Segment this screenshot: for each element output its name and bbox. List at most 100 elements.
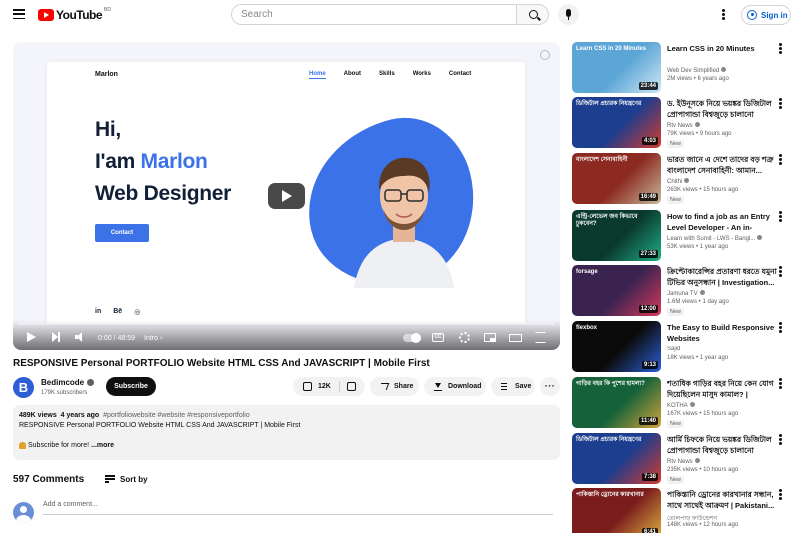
recommendation-item[interactable]: পাকিস্তানি ড্রোনের কারখানার 6:41 পাকিস্তান… — [572, 488, 790, 533]
like-count[interactable]: 12K — [318, 383, 331, 390]
recommendation-item[interactable]: forsage 12:00 ক্রিপ্টোকারেন্সির প্রতারণা ধ… — [572, 265, 790, 317]
sort-by-button[interactable]: Sort by — [120, 475, 148, 484]
recommendation-title[interactable]: পাকিস্তানি ড্রোনের কারখানার সন্ধান, সাথে… — [667, 489, 777, 511]
more-vertical-icon[interactable] — [779, 378, 782, 389]
channel-name: Web Dev Simplified — [667, 68, 720, 74]
chapter-button[interactable]: Intro › — [144, 335, 162, 342]
recommendation-thumbnail[interactable]: গাড়ির বহর কি পুশের হামলা? 11:40 — [572, 377, 661, 428]
recommendation-channel[interactable]: Rtv News — [667, 458, 777, 465]
search-input[interactable]: Search — [231, 4, 517, 25]
recommendation-title[interactable]: Learn CSS in 20 Minutes — [667, 43, 777, 65]
volume-icon[interactable] — [75, 332, 85, 342]
fullscreen-icon[interactable] — [535, 332, 546, 343]
more-vertical-icon[interactable] — [779, 434, 782, 445]
show-more-link[interactable]: ...more — [91, 442, 114, 449]
recommendation-thumbnail[interactable]: ডিজিটাল প্রচারক নিয়ন্ত্রণের 4:03 — [572, 97, 661, 148]
more-vertical-icon[interactable] — [779, 43, 782, 54]
verified-icon — [694, 122, 700, 127]
site-nav-item: Home — [309, 71, 326, 79]
hamburger-menu-icon[interactable] — [13, 9, 25, 19]
recommendation-title[interactable]: আর্মি চিফকে নিয়ে ভয়ঙ্কর ডিজিটাল প্রোপা… — [667, 434, 777, 456]
description-box[interactable]: 489K views 4 years ago #portfoliowebsite… — [13, 405, 560, 460]
recommendation-thumbnail[interactable]: forsage 12:00 — [572, 265, 661, 316]
settings-gear-icon[interactable] — [459, 332, 470, 343]
recommendation-channel[interactable]: Sajid — [667, 346, 777, 352]
autoplay-toggle[interactable] — [403, 333, 421, 343]
recommendation-thumbnail[interactable]: flexbox 9:13 — [572, 321, 661, 372]
user-avatar — [13, 502, 34, 523]
recommendation-stats: 148K views • 12 hours ago — [667, 522, 739, 528]
recommendation-thumbnail[interactable]: এন্ট্রি-লেভেল জব কিভাবে ঢুকবেন? 27:33 — [572, 210, 661, 261]
recommendation-title[interactable]: ভারত জানে এ দেশে তাদের বড় শত্রু বাংলাদে… — [667, 154, 777, 176]
video-player[interactable]: Marlon Home About Skills Works Contact H… — [13, 42, 560, 350]
youtube-logo[interactable]: YouTube BD — [38, 7, 111, 22]
more-vertical-icon[interactable] — [779, 322, 782, 333]
more-vertical-icon[interactable] — [779, 489, 782, 500]
thumbnail-caption: গাড়ির বহর কি পুশের হামলা? — [576, 381, 645, 387]
video-title: RESPONSIVE Personal PORTFOLIO Website HT… — [13, 358, 430, 369]
time-display: 0:00 / 48:59 — [98, 335, 135, 342]
sort-icon[interactable] — [105, 475, 115, 483]
progress-bar[interactable] — [19, 322, 554, 325]
recommendation-title[interactable]: The Easy to Build Responsive Websites — [667, 322, 777, 344]
recommendation-title[interactable]: ড. ইউনূসকে নিয়ে ভয়ঙ্কর ডিজিটাল প্রোপাগ… — [667, 98, 777, 120]
dislike-icon[interactable] — [347, 382, 356, 391]
voice-search-button[interactable] — [558, 4, 579, 25]
recommendation-thumbnail[interactable]: বাংলাদেশ সেনাবাহিনী 16:49 — [572, 153, 661, 204]
comments-count: 597 Comments — [13, 474, 85, 485]
like-icon[interactable] — [303, 382, 312, 391]
recommendation-stats: 79K views • 9 hours ago — [667, 131, 732, 137]
recommendation-channel[interactable]: KOTHA — [667, 402, 777, 409]
recommendation-title[interactable]: How to find a job as an Entry Level Deve… — [667, 211, 777, 233]
recommendation-title[interactable]: ক্রিপ্টোকারেন্সির প্রতারণা ধরতে যমুনা টি… — [667, 266, 777, 288]
big-play-button[interactable] — [268, 183, 305, 209]
recommendation-title[interactable]: শতাধিক গাড়ির বহর নিয়ে কেন যোগ দিয়েছিল… — [667, 378, 777, 400]
add-comment-input[interactable]: Add a comment... — [43, 501, 553, 515]
settings-menu-icon[interactable] — [722, 9, 725, 20]
recommendation-channel[interactable]: Learn with Sumit - LWS - Bangl... — [667, 235, 777, 242]
recommendation-item[interactable]: flexbox 9:13 The Easy to Build Responsive … — [572, 321, 790, 373]
play-icon[interactable] — [27, 332, 36, 342]
recommendation-item[interactable]: গাড়ির বহর কি পুশের হামলা? 11:40 শতাধিক গা… — [572, 377, 790, 429]
recommendation-item[interactable]: এন্ট্রি-লেভেল জব কিভাবে ঢুকবেন? 27:33 How … — [572, 210, 790, 262]
miniplayer-icon[interactable] — [484, 333, 496, 342]
more-actions-button[interactable]: ··· — [540, 377, 560, 396]
subscribe-text: Subscribe for more! — [28, 442, 90, 449]
share-button[interactable]: Share — [370, 377, 419, 396]
more-vertical-icon[interactable] — [779, 154, 782, 165]
recommendation-thumbnail[interactable]: Learn CSS in 20 Minutes 23:44 — [572, 42, 661, 93]
save-button[interactable]: Save — [491, 377, 535, 396]
recommendation-item[interactable]: Learn CSS in 20 Minutes 23:44 Learn CSS in… — [572, 42, 790, 94]
channel-avatar[interactable]: B — [13, 377, 34, 398]
linkedin-icon: in — [95, 308, 102, 315]
more-vertical-icon[interactable] — [779, 211, 782, 222]
person-portrait-image — [354, 157, 454, 288]
recommendation-thumbnail[interactable]: পাকিস্তানি ড্রোনের কারখানার 6:41 — [572, 488, 661, 533]
channel-name: KOTHA — [667, 403, 688, 409]
subscribe-button[interactable]: Subscribe — [106, 377, 156, 396]
view-count: 489K views — [19, 412, 57, 419]
hashtags[interactable]: #portfoliowebsite #website #responsivepo… — [103, 412, 250, 419]
sign-in-button[interactable]: Sign in — [741, 5, 791, 25]
recommendation-item[interactable]: ডিজিটাল প্রচারক নিয়ন্ত্রণের 7:38 আর্মি চি… — [572, 433, 790, 485]
search-button[interactable] — [516, 4, 549, 25]
theater-mode-icon[interactable] — [509, 334, 522, 342]
channel-name-link[interactable]: Bedimcode — [41, 378, 95, 387]
next-icon[interactable] — [52, 332, 60, 342]
verified-icon — [689, 402, 695, 407]
captions-icon[interactable]: CC — [432, 333, 444, 342]
upload-age: 15 hours ago — [703, 411, 739, 417]
recommendation-item[interactable]: ডিজিটাল প্রচারক নিয়ন্ত্রণের 4:03 ড. ইউনূস… — [572, 97, 790, 149]
more-vertical-icon[interactable] — [779, 98, 782, 109]
recommendation-item[interactable]: বাংলাদেশ সেনাবাহিনী 16:49 ভারত জানে এ দেশে… — [572, 153, 790, 205]
recommendation-channel[interactable]: Web Dev Simplified — [667, 67, 777, 74]
view-count: 235K views — [667, 467, 698, 473]
subscriber-count: 179K subscribers — [41, 390, 88, 396]
more-vertical-icon[interactable] — [779, 266, 782, 277]
info-icon[interactable] — [540, 50, 550, 60]
recommendation-thumbnail[interactable]: ডিজিটাল প্রচারক নিয়ন্ত্রণের 7:38 — [572, 433, 661, 484]
download-button[interactable]: Download — [424, 377, 486, 396]
recommendation-channel[interactable]: Jamuna TV — [667, 290, 777, 297]
recommendation-channel[interactable]: Chithi — [667, 178, 777, 185]
recommendation-channel[interactable]: Rtv News — [667, 122, 777, 129]
